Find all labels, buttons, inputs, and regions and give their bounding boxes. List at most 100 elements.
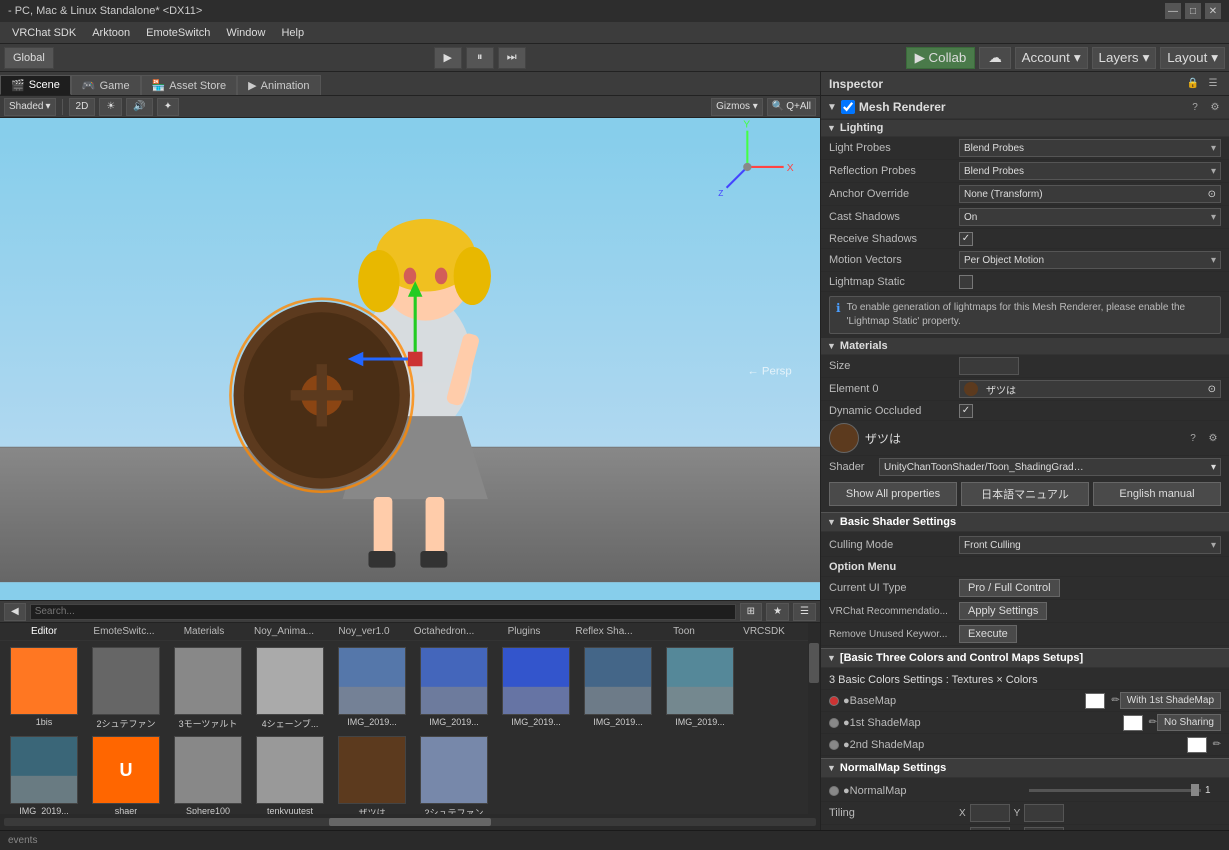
menu-arktoon[interactable]: Arktoon	[84, 25, 138, 41]
lighting-section-header[interactable]: ▼ Lighting	[821, 120, 1229, 137]
reflection-probes-dropdown[interactable]: Blend Probes ▾	[959, 162, 1221, 180]
anchor-override-ref[interactable]: None (Transform) ⊙	[959, 185, 1221, 203]
receive-shadows-checkbox[interactable]	[959, 232, 973, 246]
culling-mode-dropdown[interactable]: Front Culling ▾	[959, 536, 1221, 554]
mesh-renderer-info-btn[interactable]: ?	[1187, 99, 1203, 115]
asset-item[interactable]: ザツは	[332, 734, 412, 814]
motion-vectors-dropdown[interactable]: Per Object Motion ▾	[959, 251, 1221, 269]
asset-folder-header-8[interactable]: Toon	[644, 625, 724, 638]
english-manual-button[interactable]: English manual	[1093, 482, 1221, 506]
menu-vrchat-sdk[interactable]: VRChat SDK	[4, 25, 84, 41]
menu-window[interactable]: Window	[218, 25, 273, 41]
mesh-renderer-header[interactable]: ▼ Mesh Renderer ? ⚙	[821, 96, 1229, 119]
light-toggle[interactable]: ☀	[99, 98, 122, 116]
mesh-renderer-settings-btn[interactable]: ⚙	[1207, 99, 1223, 115]
menu-emote-switch[interactable]: EmoteSwitch	[138, 25, 218, 41]
element0-ref[interactable]: ザツは ⊙	[959, 380, 1221, 398]
asset-item[interactable]: IMG_2019...	[660, 645, 740, 732]
dynamic-occluded-checkbox[interactable]	[959, 404, 973, 418]
shaded-dropdown[interactable]: Shaded ▾	[4, 98, 56, 116]
cloud-button[interactable]: ☁	[979, 47, 1010, 69]
material-info-btn[interactable]: ?	[1185, 430, 1201, 446]
shader-dropdown[interactable]: UnityChanToonShader/Toon_ShadingGradeMap…	[879, 458, 1221, 476]
gizmos-dropdown[interactable]: Gizmos ▾	[711, 98, 763, 116]
tab-animation[interactable]: ▶ Animation	[237, 75, 320, 95]
normalmap-slider-thumb[interactable]	[1191, 784, 1199, 796]
shade2-swatch[interactable]	[1187, 737, 1207, 753]
scene-view[interactable]: X Y Z ← Persp	[0, 118, 820, 600]
asset-item[interactable]: IMG_2019...	[4, 734, 84, 814]
asset-star-btn[interactable]: ★	[766, 603, 789, 621]
asset-folder-header-7[interactable]: Reflex Sha...	[564, 625, 644, 638]
show-all-properties-button[interactable]: Show All properties	[829, 482, 957, 506]
asset-folder-header-6[interactable]: Plugins	[484, 625, 564, 638]
layers-button[interactable]: Layers ▾	[1092, 47, 1157, 69]
tab-asset-store[interactable]: 🏪 Asset Store	[141, 75, 238, 95]
minimize-button[interactable]: —	[1165, 3, 1181, 19]
cast-shadows-dropdown[interactable]: On ▾	[959, 208, 1221, 226]
basic-shader-section-header[interactable]: ▼ Basic Shader Settings	[821, 512, 1229, 532]
asset-more-btn[interactable]: ☰	[793, 603, 816, 621]
asset-back-button[interactable]: ◀	[4, 603, 26, 621]
asset-item[interactable]: IMG_2019...	[496, 645, 576, 732]
asset-search-input[interactable]	[30, 604, 736, 620]
asset-scroll-thumb[interactable]	[809, 643, 819, 683]
basemap-swatch[interactable]	[1085, 693, 1105, 709]
no-sharing-button[interactable]: No Sharing	[1157, 714, 1221, 731]
material-settings-btn[interactable]: ⚙	[1205, 430, 1221, 446]
mesh-renderer-checkbox[interactable]	[841, 100, 855, 114]
account-button[interactable]: Account ▾	[1015, 47, 1088, 69]
shade2-pen-icon[interactable]: ✏	[1213, 739, 1221, 750]
size-input[interactable]: 1	[959, 357, 1019, 375]
fx-toggle[interactable]: ✦	[157, 98, 179, 116]
basemap-pen-icon[interactable]: ✏	[1111, 695, 1119, 706]
asset-item[interactable]: Ushaer	[86, 734, 166, 814]
light-probes-dropdown[interactable]: Blend Probes ▾	[959, 139, 1221, 157]
asset-folder-header-0[interactable]: Editor	[4, 625, 84, 638]
asset-filter-btn[interactable]: ⊞	[740, 603, 762, 621]
horizontal-scrollbar[interactable]	[4, 818, 816, 826]
apply-settings-button[interactable]: Apply Settings	[959, 602, 1047, 620]
search-all-dropdown[interactable]: 🔍 Q+All	[767, 98, 816, 116]
asset-item[interactable]: IMG_2019...	[578, 645, 658, 732]
tab-scene[interactable]: 🎬 Scene	[0, 75, 71, 95]
window-controls[interactable]: — □ ✕	[1165, 3, 1221, 19]
2d-button[interactable]: 2D	[69, 98, 96, 116]
collab-button[interactable]: ▶ Collab	[906, 47, 976, 69]
play-button[interactable]: ▶	[434, 47, 462, 69]
current-ui-button[interactable]: Pro / Full Control	[959, 579, 1060, 597]
normalmap-slider[interactable]	[1029, 789, 1201, 792]
asset-item[interactable]: IMG_2019...	[332, 645, 412, 732]
tiling-x-input[interactable]: 1	[970, 804, 1010, 822]
asset-folder-header-3[interactable]: Noy_Anima...	[244, 625, 324, 638]
inspector-lock-button[interactable]: 🔒	[1185, 76, 1201, 92]
asset-folder-header-5[interactable]: Octahedron...	[404, 625, 484, 638]
asset-item[interactable]: 2シュテファン	[414, 734, 494, 814]
inspector-menu-button[interactable]: ☰	[1205, 76, 1221, 92]
tiling-y-input[interactable]: 1	[1024, 804, 1064, 822]
close-button[interactable]: ✕	[1205, 3, 1221, 19]
asset-item[interactable]: 4シェーンブ...	[250, 645, 330, 732]
materials-section-header[interactable]: ▼ Materials	[821, 338, 1229, 355]
shade1-pen-icon[interactable]: ✏	[1149, 717, 1157, 728]
audio-toggle[interactable]: 🔊	[126, 98, 152, 116]
step-button[interactable]: ⏭	[498, 47, 526, 69]
japanese-manual-button[interactable]: 日本語マニュアル	[961, 482, 1089, 506]
asset-scroll[interactable]	[808, 623, 820, 814]
maximize-button[interactable]: □	[1185, 3, 1201, 19]
asset-item[interactable]: IMG_2019...	[414, 645, 494, 732]
pause-button[interactable]: ⏸	[466, 47, 494, 69]
lightmap-static-checkbox[interactable]	[959, 275, 973, 289]
execute-button[interactable]: Execute	[959, 625, 1017, 643]
menu-help[interactable]: Help	[273, 25, 312, 41]
global-button[interactable]: Global	[4, 47, 54, 69]
normalmap-section-header[interactable]: ▼ NormalMap Settings	[821, 758, 1229, 778]
asset-folder-header-1[interactable]: EmoteSwitc...	[84, 625, 164, 638]
material-swatch[interactable]	[829, 423, 859, 453]
asset-item[interactable]: 1bis	[4, 645, 84, 732]
asset-item[interactable]: tenkyuutest	[250, 734, 330, 814]
tab-game[interactable]: 🎮 Game	[71, 75, 141, 95]
layout-button[interactable]: Layout ▾	[1160, 47, 1225, 69]
asset-folder-header-2[interactable]: Materials	[164, 625, 244, 638]
asset-folder-header-4[interactable]: Noy_ver1.0	[324, 625, 404, 638]
